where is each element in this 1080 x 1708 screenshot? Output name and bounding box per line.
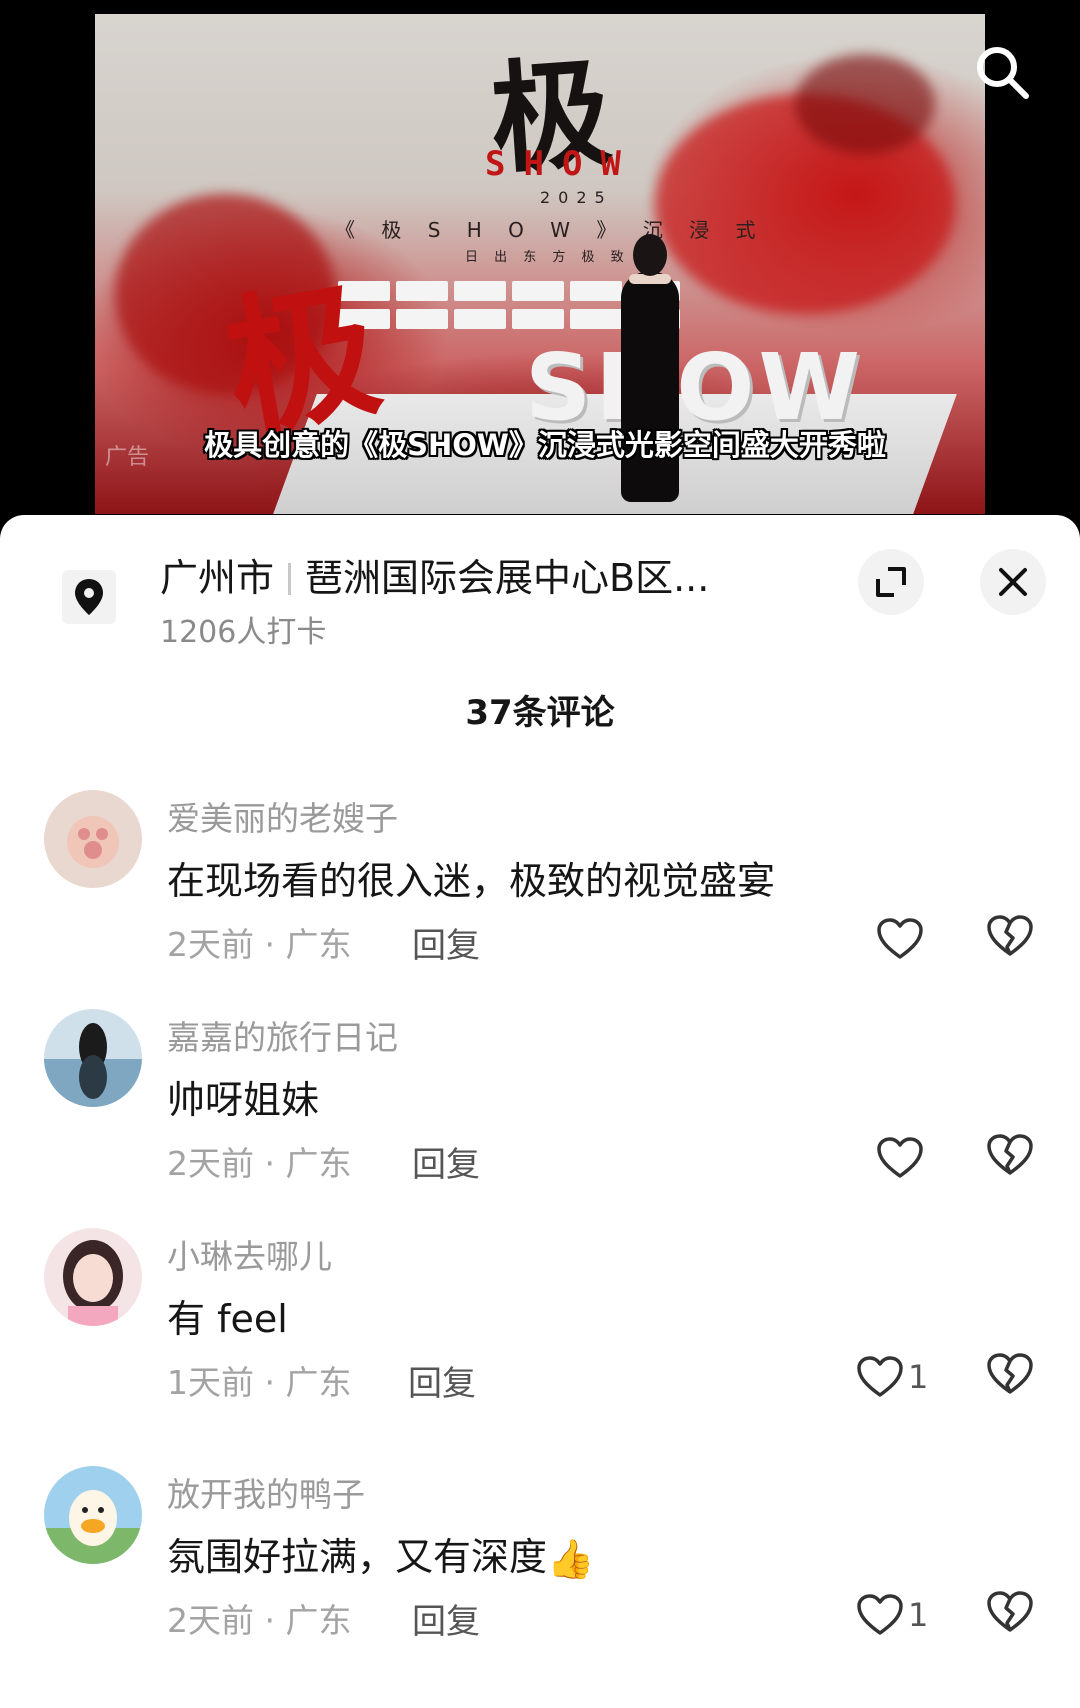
reply-button[interactable]: 回复: [408, 1356, 476, 1405]
like-count: 1: [908, 1596, 929, 1634]
comment-meta: 2天前 · 广东: [167, 925, 352, 964]
comment-meta: 2天前 · 广东: [167, 1601, 352, 1640]
comment-meta: 1天前 · 广东: [167, 1363, 352, 1402]
checkin-count: 1206人打卡: [160, 615, 327, 650]
location-title[interactable]: 广州市 琶洲国际会展中心B区...: [160, 547, 860, 602]
comment-text-line: 氛围好拉满，又有深度👍: [167, 1526, 594, 1582]
video-subtitle: 极具创意的《极SHOW》沉浸式光影空间盛大开秀啦: [204, 428, 886, 462]
broken-heart-icon: [987, 1134, 1033, 1175]
avatar[interactable]: [44, 1228, 142, 1326]
avatar[interactable]: [44, 1009, 142, 1107]
reply-button[interactable]: 回复: [412, 1594, 480, 1643]
expand-icon: [876, 567, 906, 597]
heart-icon: [877, 918, 923, 959]
like-button[interactable]: 1: [856, 1590, 928, 1640]
comment-author[interactable]: 放开我的鸭子: [167, 1468, 365, 1516]
comment-text: 在现场看的很入迷，极致的视觉盛宴: [167, 859, 776, 903]
comment-author[interactable]: 爱美丽的老嫂子: [167, 792, 398, 840]
brand-subtitle: 《 极 S H O W 》 沉 浸 式: [335, 218, 766, 242]
dislike-button[interactable]: [986, 1590, 1034, 1640]
comment-sheet: 广州市 琶洲国际会展中心B区... 1206人打卡 37条评论 爱美丽的老嫂子 在…: [0, 515, 1080, 1708]
reply-button[interactable]: 回复: [412, 1137, 480, 1186]
thumbs-up-emoji: 👍: [547, 1537, 595, 1581]
ad-label: 广告: [105, 445, 150, 470]
dislike-button[interactable]: [986, 1133, 1034, 1183]
like-button[interactable]: 1: [856, 1352, 928, 1402]
comment-meta: 2天前 · 广东: [167, 1144, 352, 1183]
brand-logo-show: SHOW: [485, 144, 639, 184]
video-player[interactable]: 极 SHOW 2025 《 极 S H O W 》 沉 浸 式 日 出 东 方 …: [0, 0, 1080, 540]
like-button[interactable]: [876, 914, 928, 964]
comment-text: 氛围好拉满，又有深度: [167, 1535, 548, 1579]
close-icon: [999, 568, 1027, 596]
broken-heart-icon: [987, 915, 1033, 956]
reply-button[interactable]: 回复: [412, 918, 480, 967]
search-icon[interactable]: [970, 40, 1034, 104]
comment-text: 有 feel: [167, 1297, 288, 1341]
like-count: 1: [908, 1358, 929, 1396]
avatar[interactable]: [44, 790, 142, 888]
comment-item: 放开我的鸭子 氛围好拉满，又有深度👍 2天前 · 广东 回复 1: [0, 1466, 1080, 1696]
heart-icon: [877, 1137, 923, 1178]
comment-text: 帅呀姐妹: [167, 1078, 320, 1122]
dislike-button[interactable]: [986, 1352, 1034, 1402]
comment-author[interactable]: 小琳去哪儿: [167, 1230, 332, 1278]
brand-slogan: 日 出 东 方 极 致: [465, 250, 630, 265]
broken-heart-icon: [987, 1353, 1033, 1394]
comment-count-title: 37条评论: [465, 693, 615, 733]
video-frame: 极 SHOW 2025 《 极 S H O W 》 沉 浸 式 日 出 东 方 …: [95, 14, 985, 514]
heart-icon: [857, 1356, 903, 1397]
location-divider: [288, 563, 292, 595]
close-button[interactable]: [980, 549, 1046, 615]
expand-button[interactable]: [858, 549, 924, 615]
comment-item: 爱美丽的老嫂子 在现场看的很入迷，极致的视觉盛宴 2天前 · 广东 回复: [0, 790, 1080, 1020]
like-button[interactable]: [876, 1133, 928, 1183]
comment-item: 小琳去哪儿 有 feel 1天前 · 广东 回复 1: [0, 1228, 1080, 1458]
heart-icon: [857, 1594, 903, 1635]
avatar[interactable]: [44, 1466, 142, 1564]
location-pin-icon: [62, 570, 116, 624]
brand-year: 2025: [540, 188, 613, 207]
location-city: 广州市: [160, 556, 275, 600]
dislike-button[interactable]: [986, 914, 1034, 964]
location-venue: 琶洲国际会展中心B区...: [305, 556, 710, 600]
comment-item: 嘉嘉的旅行日记 帅呀姐妹 2天前 · 广东 回复: [0, 1009, 1080, 1239]
comment-author[interactable]: 嘉嘉的旅行日记: [167, 1011, 398, 1059]
broken-heart-icon: [987, 1591, 1033, 1632]
